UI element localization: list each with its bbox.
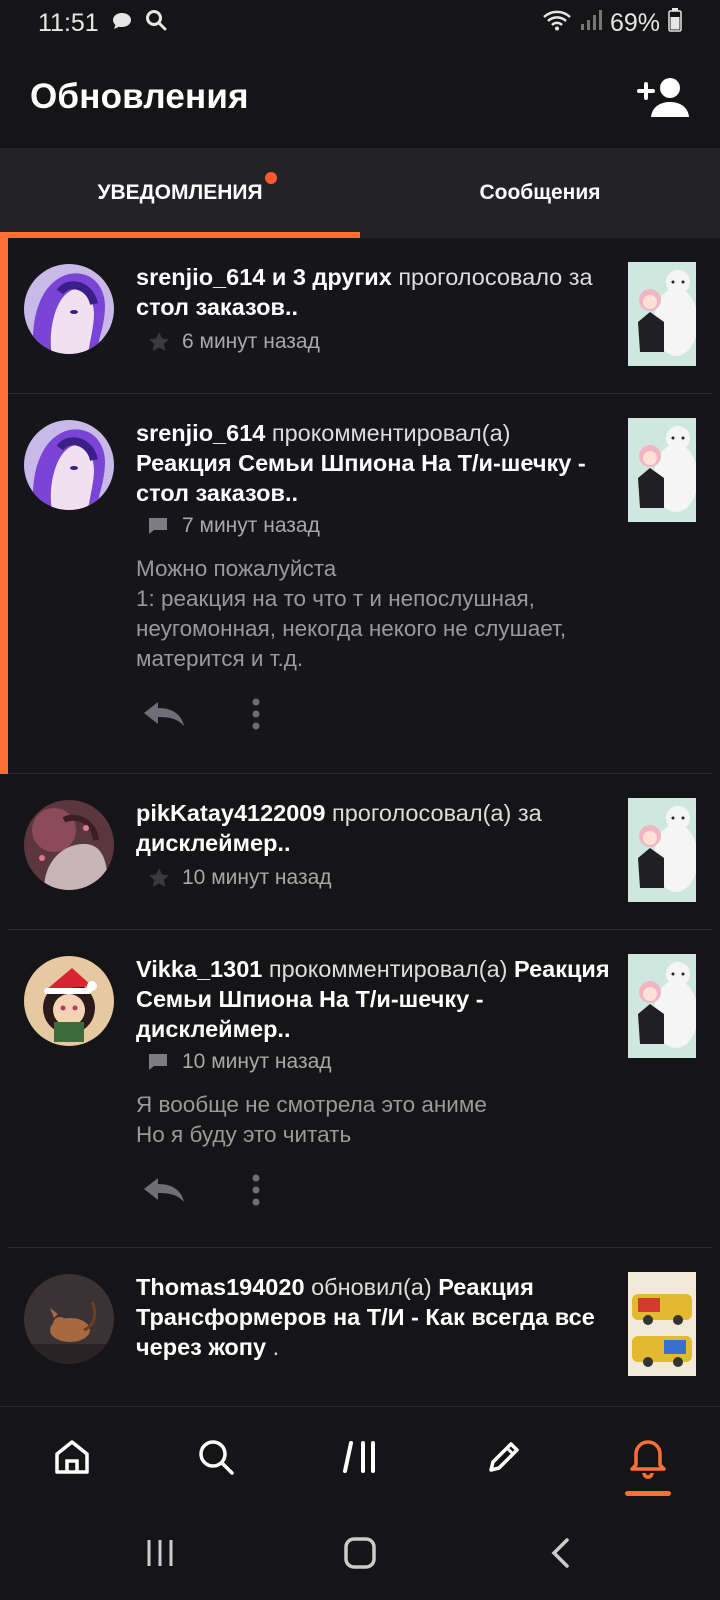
story-cover-thumbnail[interactable] [628,262,696,366]
notification-user[interactable]: Thomas194020 [136,1274,305,1300]
more-vertical-icon [251,1174,261,1206]
notification-meta: 7 минут назад [148,514,320,538]
unread-dot [265,172,277,184]
notification-time: 10 минут назад [182,1050,332,1074]
system-navigation-bar [0,1506,720,1600]
tab-messages[interactable]: Сообщения [360,148,720,238]
story-cover-thumbnail[interactable] [628,798,696,902]
notification-item[interactable]: srenjio_614 и 3 других проголосовало за … [0,238,720,394]
home-icon [52,1437,92,1477]
tab-notifications[interactable]: УВЕДОМЛЕНИЯ [0,148,360,238]
tab-messages-label: Сообщения [479,181,600,205]
story-cover-thumbnail[interactable] [628,954,696,1058]
search-icon [196,1437,236,1477]
more-vertical-icon [251,698,261,730]
notification-action: проголосовало за [398,264,592,290]
star-icon [148,331,174,353]
nav-write[interactable] [432,1407,576,1506]
nav-search[interactable] [144,1407,288,1506]
status-time: 11:51 [38,9,99,38]
bottom-navigation [0,1406,720,1506]
notification-text: Vikka_1301 прокомментировал(а) Реакция С… [136,954,612,1044]
notification-time: 6 минут назад [182,330,320,354]
comment-icon [148,515,174,537]
nav-home[interactable] [0,1407,144,1506]
back-button[interactable] [530,1523,590,1583]
back-chevron-icon [549,1537,571,1569]
unread-accent-bar [0,238,8,394]
reply-button[interactable] [140,1172,188,1208]
signal-icon [580,9,602,38]
notification-target[interactable]: дисклеймер.. [136,830,290,856]
avatar[interactable] [24,800,114,890]
avatar[interactable] [24,420,114,510]
notifications-feed[interactable]: srenjio_614 и 3 других проголосовало за … [0,238,720,1406]
home-square-icon [343,1536,377,1570]
notification-target-suffix: . [273,1334,280,1360]
avatar[interactable] [24,264,114,354]
add-user-button[interactable] [636,74,690,120]
add-user-icon [637,75,689,119]
unread-accent-bar [0,394,8,774]
avatar[interactable] [24,1274,114,1364]
notification-meta: 10 минут назад [148,866,332,890]
more-options-button[interactable] [232,1172,280,1208]
battery-text: 69% [610,9,660,38]
notification-text: srenjio_614 и 3 других проголосовало за … [136,262,612,322]
nav-library[interactable] [288,1407,432,1506]
notification-meta: 6 минут назад [148,330,320,354]
avatar[interactable] [24,956,114,1046]
recent-apps-button[interactable] [130,1523,190,1583]
notification-text: srenjio_614 прокомментировал(а) Реакция … [136,418,612,508]
notification-target[interactable]: стол заказов.. [136,294,298,320]
notification-user[interactable]: Vikka_1301 [136,956,262,982]
notification-action: прокомментировал(а) [269,956,508,982]
notification-meta: 10 минут назад [148,1050,332,1074]
notification-text: pikKatay4122009 проголосовал(а) за дискл… [136,798,612,858]
notification-item[interactable]: Thomas194020 обновил(а) Реакция Трансфор… [0,1248,720,1406]
comment-preview: Я вообще не смотрела это аниме Но я буду… [136,1090,616,1150]
library-icon [340,1437,380,1477]
status-bar: 11:51 69% [0,0,720,46]
write-icon [484,1437,524,1477]
comment-actions [140,696,280,732]
more-options-button[interactable] [232,696,280,732]
search-status-icon [145,9,167,38]
notification-target[interactable]: Реакция Семьи Шпиона На Т/и-шечку - стол… [136,450,586,506]
active-nav-indicator [625,1491,671,1496]
notification-action: прокомментировал(а) [272,420,511,446]
comment-actions [140,1172,280,1208]
notification-user[interactable]: srenjio_614 [136,420,265,446]
notification-user[interactable]: pikKatay4122009 [136,800,325,826]
message-icon [111,9,133,38]
reply-icon [142,700,186,728]
notification-time: 10 минут назад [182,866,332,890]
notification-action: обновил(а) [311,1274,432,1300]
reply-icon [142,1176,186,1204]
story-cover-thumbnail[interactable] [628,418,696,522]
notification-action: проголосовал(а) за [332,800,542,826]
notification-time: 7 минут назад [182,514,320,538]
tab-bar: УВЕДОМЛЕНИЯ Сообщения [0,148,720,238]
notification-text: Thomas194020 обновил(а) Реакция Трансфор… [136,1272,612,1362]
star-icon [148,867,174,889]
comment-icon [148,1051,174,1073]
tab-notifications-label: УВЕДОМЛЕНИЯ [97,181,262,205]
wifi-icon [542,9,572,38]
notification-item[interactable]: Vikka_1301 прокомментировал(а) Реакция С… [0,930,720,1248]
notification-item[interactable]: pikKatay4122009 проголосовал(а) за дискл… [0,774,720,930]
bell-icon [626,1435,670,1479]
page-title: Обновления [30,77,249,117]
reply-button[interactable] [140,696,188,732]
story-cover-thumbnail[interactable] [628,1272,696,1376]
battery-icon [668,8,682,39]
nav-notifications[interactable] [576,1407,720,1506]
notification-user[interactable]: srenjio_614 и 3 других [136,264,392,290]
home-system-button[interactable] [330,1523,390,1583]
app-header: Обновления [0,46,720,148]
comment-preview: Можно пожалуйста 1: реакция на то что т … [136,554,616,674]
recent-apps-icon [144,1537,176,1569]
notification-item[interactable]: srenjio_614 прокомментировал(а) Реакция … [0,394,720,774]
